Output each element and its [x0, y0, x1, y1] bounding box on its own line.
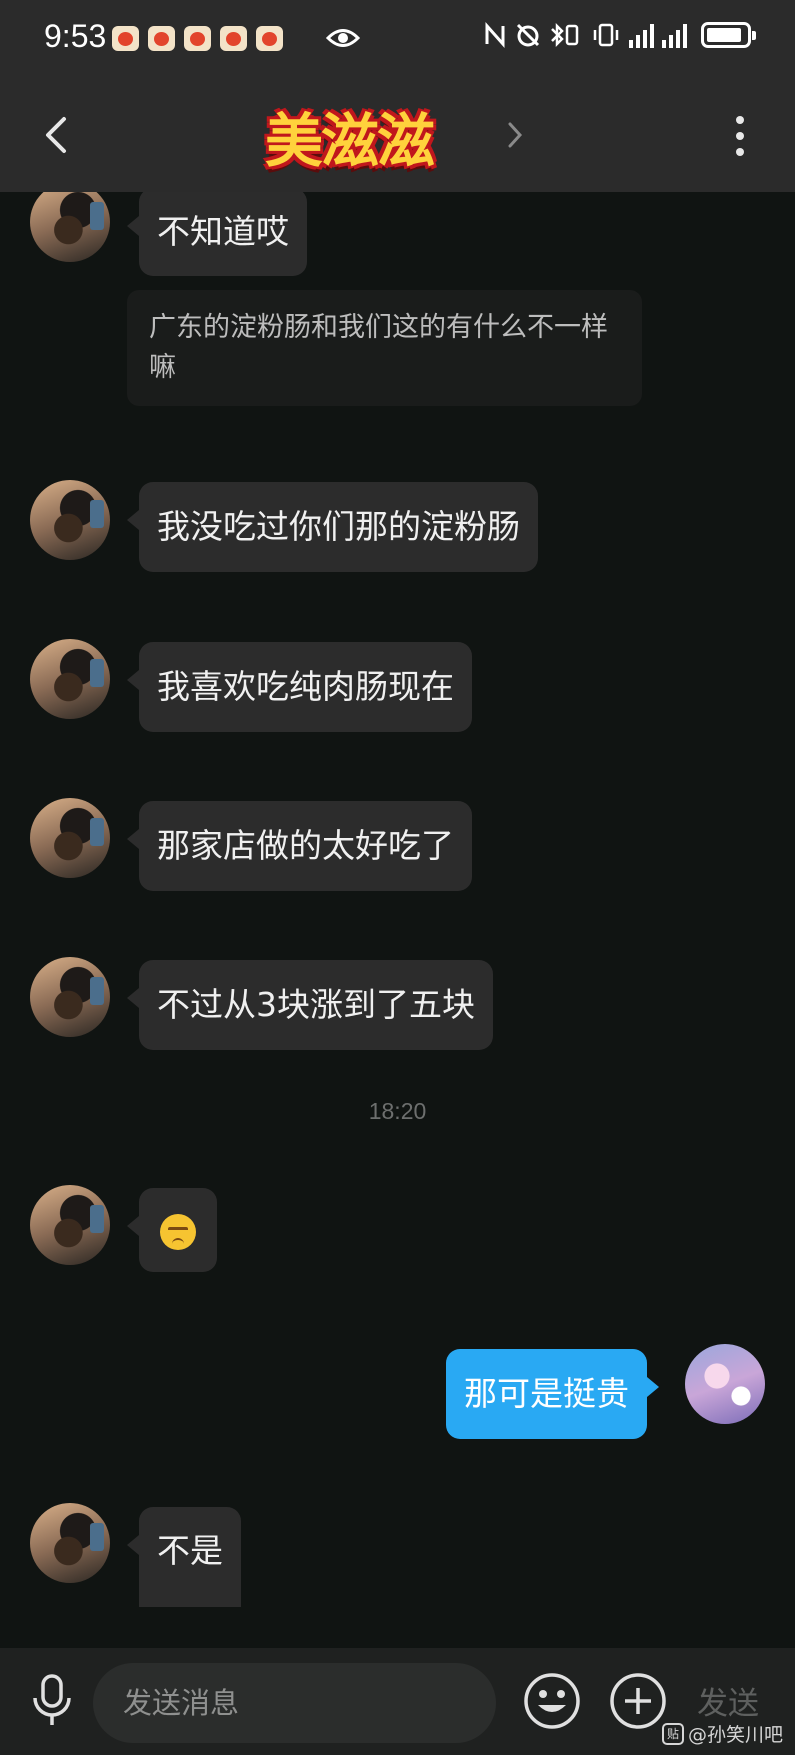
- chat-message-list[interactable]: 不知道哎 广东的淀粉肠和我们这的有什么不一样嘛 我没吃过你们那的淀粉肠 我喜欢吃…: [0, 192, 795, 1648]
- nfc-icon: [485, 22, 505, 48]
- message-bubble-incoming[interactable]: 不是: [127, 1507, 241, 1607]
- contact-avatar[interactable]: [30, 192, 110, 262]
- message-bubble-incoming[interactable]: 我没吃过你们那的淀粉肠: [127, 482, 538, 572]
- plus-icon[interactable]: [608, 1671, 668, 1731]
- tomato-app-icon: [148, 26, 175, 51]
- watermark: 贴 @孙笑川吧: [661, 1720, 783, 1747]
- notification-icons: [112, 26, 283, 51]
- message-bubble-incoming[interactable]: 我喜欢吃纯肉肠现在: [127, 642, 472, 732]
- alarm-off-icon: [516, 23, 540, 47]
- status-time: 9:53: [44, 18, 107, 54]
- contact-avatar[interactable]: [30, 798, 110, 878]
- message-input-bar: 发送 贴 @孙笑川吧: [0, 1648, 795, 1755]
- microphone-icon[interactable]: [30, 1673, 74, 1729]
- signal-4g-icon: [662, 22, 687, 48]
- tomato-app-icon: [184, 26, 211, 51]
- status-bar: 9:53: [0, 0, 795, 78]
- contact-avatar[interactable]: [30, 480, 110, 560]
- tomato-app-icon: [256, 26, 283, 51]
- message-bubble-incoming[interactable]: 不过从3块涨到了五块: [127, 960, 493, 1050]
- pensive-face-emoji-icon: [160, 1214, 196, 1250]
- emoji-smiley-icon[interactable]: [522, 1671, 582, 1731]
- back-icon[interactable]: [42, 115, 72, 155]
- message-bubble-incoming[interactable]: [127, 1188, 217, 1272]
- message-bubble-incoming[interactable]: 那家店做的太好吃了: [127, 801, 472, 891]
- chevron-right-icon[interactable]: [505, 118, 525, 152]
- tieba-logo-icon: 贴: [661, 1722, 684, 1745]
- battery-icon: [701, 22, 756, 48]
- eye-icon: [326, 29, 360, 47]
- contact-avatar[interactable]: [30, 639, 110, 719]
- quoted-message[interactable]: 广东的淀粉肠和我们这的有什么不一样嘛: [127, 290, 642, 406]
- chat-header: 美滋滋: [0, 78, 795, 192]
- send-button[interactable]: 发送: [697, 1678, 759, 1723]
- my-avatar[interactable]: [685, 1344, 765, 1424]
- contact-avatar[interactable]: [30, 1503, 110, 1583]
- bluetooth-vibrate-icon: [551, 22, 579, 48]
- contact-avatar[interactable]: [30, 1185, 110, 1265]
- more-options-icon[interactable]: [735, 114, 745, 158]
- system-status-icons: [483, 22, 756, 48]
- watermark-text: @孙笑川吧: [687, 1724, 783, 1746]
- contact-avatar[interactable]: [30, 957, 110, 1037]
- message-bubble-incoming[interactable]: 不知道哎: [127, 192, 307, 276]
- message-timestamp: 18:20: [368, 1098, 427, 1124]
- chat-title[interactable]: 美滋滋: [265, 94, 435, 178]
- signal-4g-icon: [629, 22, 654, 48]
- tomato-app-icon: [220, 26, 247, 51]
- message-input[interactable]: [93, 1663, 496, 1743]
- tomato-app-icon: [112, 26, 139, 51]
- vibrate-icon: [593, 23, 619, 47]
- message-bubble-outgoing[interactable]: 那可是挺贵: [446, 1349, 659, 1439]
